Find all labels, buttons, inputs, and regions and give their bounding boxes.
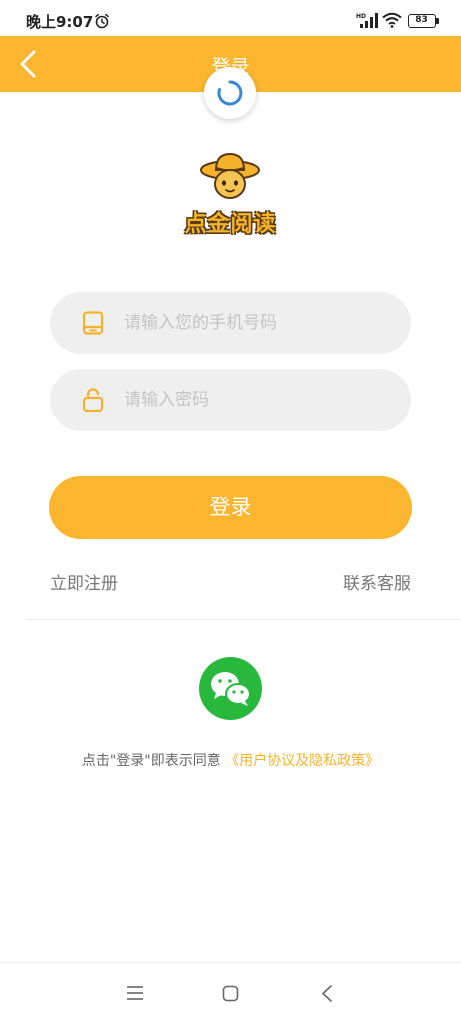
- wechat-icon: [211, 672, 251, 706]
- loading-spinner: [204, 67, 256, 119]
- password-input[interactable]: [124, 369, 394, 431]
- menu-icon[interactable]: [126, 985, 144, 1001]
- wechat-login-button[interactable]: [199, 657, 262, 720]
- divider: [26, 619, 461, 620]
- signal-icon: HD: [356, 13, 378, 28]
- register-link[interactable]: 立即注册: [50, 569, 118, 594]
- system-nav-bar: [0, 962, 461, 1024]
- phone-field[interactable]: [50, 292, 411, 354]
- wifi-icon: [382, 12, 402, 28]
- battery-level: 83: [415, 15, 428, 25]
- status-time: 晚上9:07: [26, 13, 94, 31]
- loading-spinner-icon: [217, 80, 243, 106]
- phone-icon: [82, 311, 104, 335]
- svg-text:HD: HD: [356, 13, 366, 20]
- system-back-icon[interactable]: [320, 984, 334, 1003]
- login-button[interactable]: 登录: [49, 476, 412, 539]
- home-icon[interactable]: [222, 985, 239, 1002]
- lock-icon: [82, 388, 104, 412]
- mascot-logo-icon: [200, 152, 260, 199]
- password-field[interactable]: [50, 369, 411, 431]
- agreement-link[interactable]: 《用户协议及隐私政策》: [225, 753, 379, 769]
- status-bar: 晚上9:07 HD 83: [0, 0, 461, 36]
- alarm-clock-icon: [95, 13, 109, 29]
- agreement-prefix: 点击"登录"即表示同意: [81, 753, 221, 769]
- battery-tip: [436, 18, 439, 24]
- app-logo-text: 点金阅读: [184, 212, 277, 237]
- contact-service-link[interactable]: 联系客服: [343, 569, 411, 594]
- phone-input[interactable]: [124, 292, 394, 354]
- agreement-text: 点击"登录"即表示同意 《用户协议及隐私政策》: [0, 750, 461, 770]
- battery-icon: 83: [408, 14, 436, 28]
